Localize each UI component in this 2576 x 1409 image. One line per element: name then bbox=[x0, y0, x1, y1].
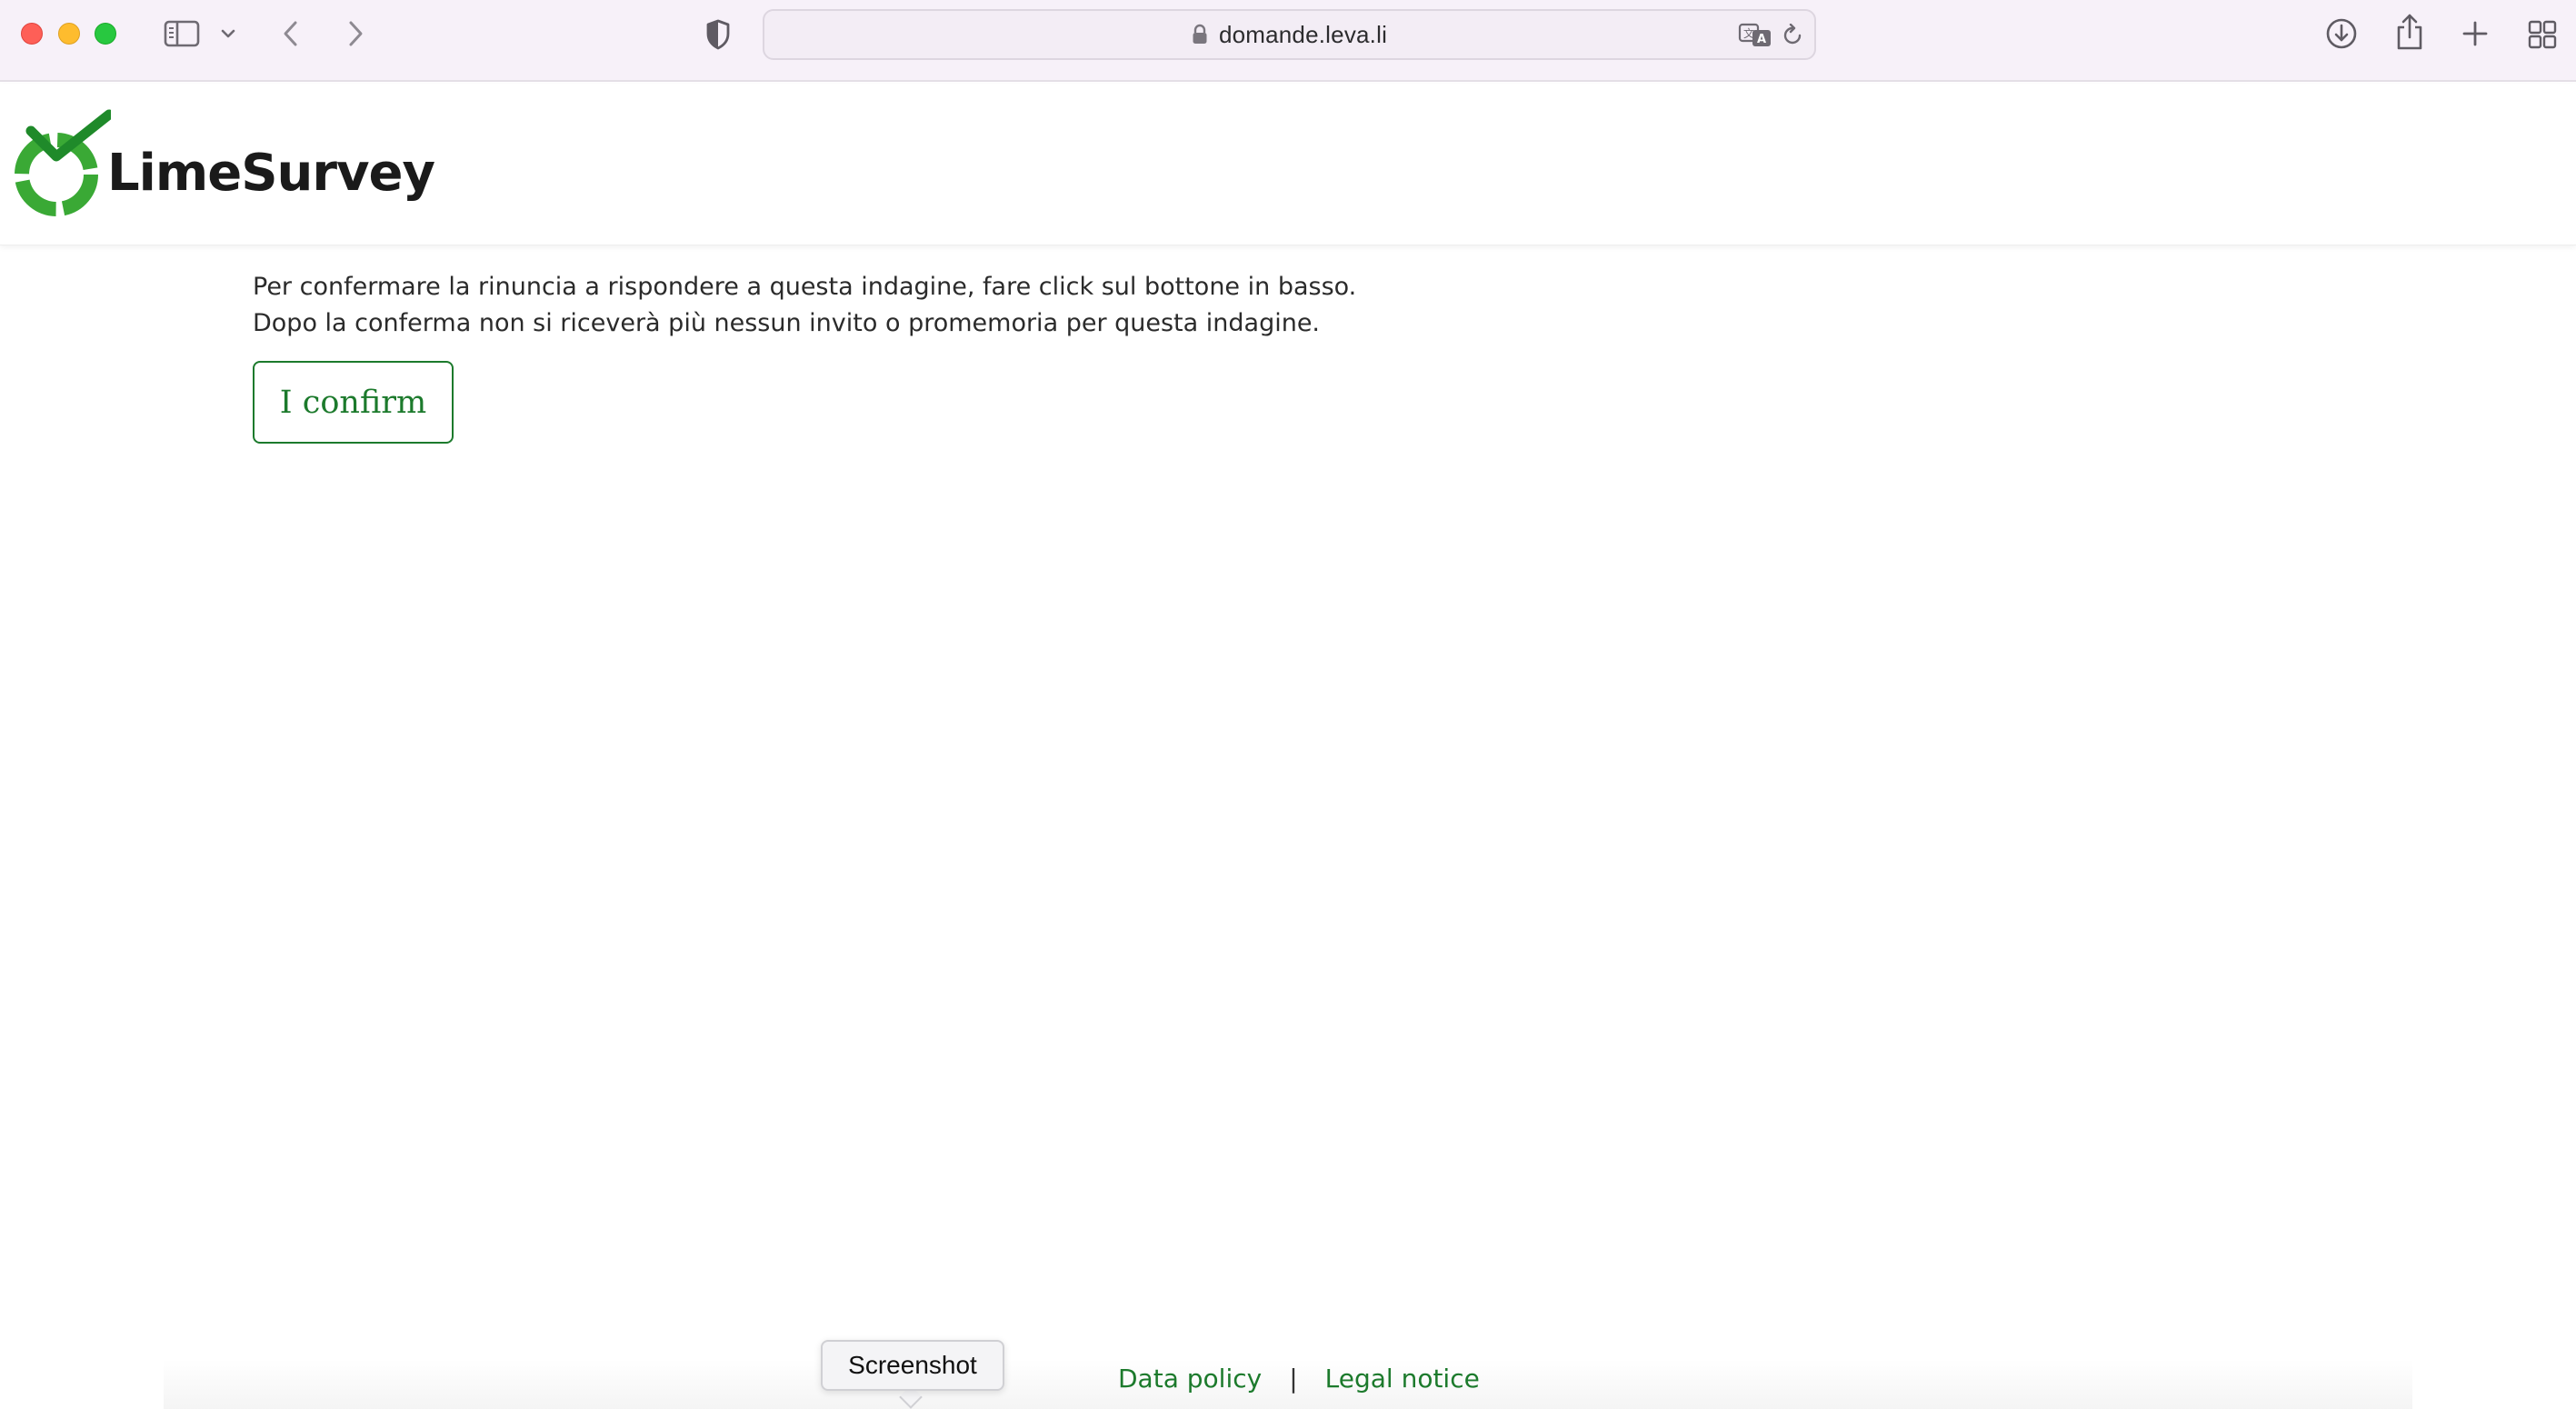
window-minimize-button[interactable] bbox=[58, 23, 80, 45]
forward-arrow-icon[interactable] bbox=[342, 16, 369, 51]
footer-links: Data policy | Legal notice bbox=[1118, 1364, 1480, 1394]
share-icon[interactable] bbox=[2393, 13, 2426, 51]
download-icon[interactable] bbox=[2324, 16, 2359, 51]
chevron-down-icon[interactable] bbox=[218, 25, 238, 42]
confirm-button[interactable]: I confirm bbox=[253, 361, 454, 444]
sidebar-icon[interactable] bbox=[163, 18, 201, 49]
svg-text:A: A bbox=[1757, 33, 1766, 46]
address-bar[interactable]: domande.leva.li 文 A bbox=[763, 9, 1816, 60]
footer-separator: | bbox=[1289, 1364, 1298, 1394]
reload-icon[interactable] bbox=[1780, 23, 1805, 48]
back-arrow-icon[interactable] bbox=[277, 16, 305, 51]
opt-out-panel: Per confermare la rinuncia a rispondere … bbox=[253, 269, 1889, 444]
limesurvey-logo[interactable]: LimeSurvey bbox=[11, 109, 435, 223]
opt-out-message-line-2: Dopo la conferma non si riceverà più nes… bbox=[253, 309, 1321, 337]
lime-logo-icon bbox=[11, 109, 115, 223]
logo-text: LimeSurvey bbox=[107, 144, 435, 203]
data-policy-link[interactable]: Data policy bbox=[1118, 1364, 1262, 1394]
page: domande.leva.li 文 A LimeSurvey Per confe… bbox=[0, 0, 2576, 1409]
translate-icon[interactable]: 文 A bbox=[1737, 22, 1773, 49]
screenshot-tooltip: Screenshot bbox=[821, 1340, 1004, 1391]
opt-out-message-line-1: Per confermare la rinuncia a rispondere … bbox=[253, 273, 1357, 301]
plus-icon[interactable] bbox=[2460, 18, 2491, 49]
grid-icon[interactable] bbox=[2527, 19, 2558, 50]
window-close-button[interactable] bbox=[21, 23, 43, 45]
site-header: LimeSurvey bbox=[0, 84, 2576, 245]
shield-icon[interactable] bbox=[704, 18, 733, 51]
legal-notice-link[interactable]: Legal notice bbox=[1325, 1364, 1480, 1394]
url-text: domande.leva.li bbox=[1218, 20, 1388, 48]
browser-toolbar: domande.leva.li 文 A bbox=[0, 0, 2576, 82]
window-zoom-button[interactable] bbox=[95, 23, 116, 45]
lock-icon bbox=[1192, 24, 1208, 45]
